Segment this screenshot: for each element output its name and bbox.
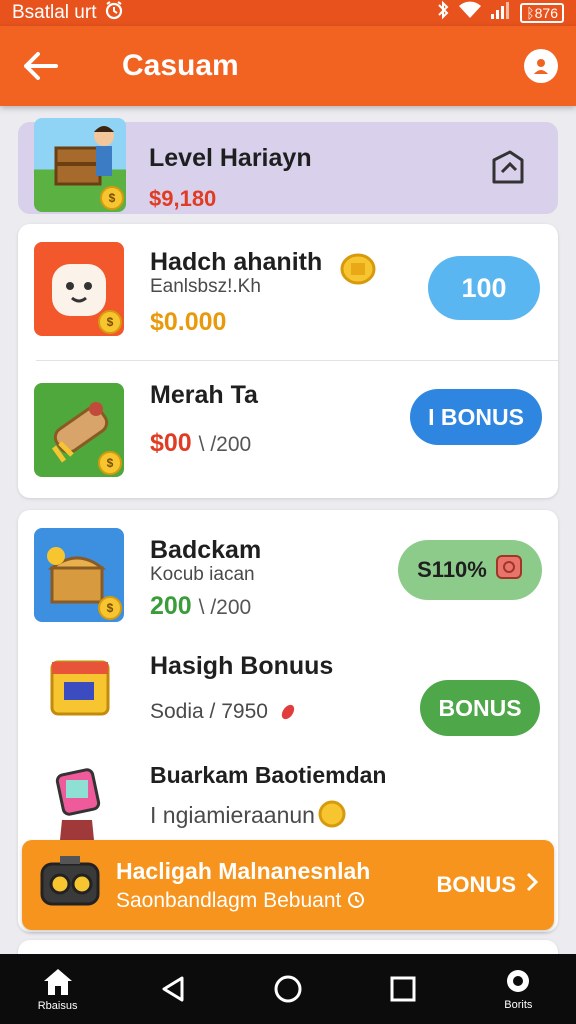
reward-button[interactable]: 100 (428, 256, 540, 320)
candy-icon (278, 702, 298, 727)
nav-back-button[interactable] (133, 975, 213, 1003)
clock-icon (347, 889, 365, 912)
search-profile-icon (507, 969, 530, 992)
offer-card-primary: $ Hadch ahanith Eanlsbsz!.Kh $0.000 100 … (18, 224, 558, 498)
coin-badge-icon: $ (98, 310, 122, 334)
offer-price-suffix: \ /200 (198, 596, 252, 619)
chevron-right-icon (526, 872, 539, 898)
promo-title: Hacligah Malnanesnlah (116, 857, 371, 884)
percent-bonus-button[interactable]: S110% (398, 540, 542, 600)
offer-price-value: $00 (150, 429, 192, 457)
promo-bonus-label: BONUS (436, 872, 516, 897)
circle-home-icon (274, 975, 302, 1003)
gadget-thumbnail (52, 768, 108, 845)
offer-price: $00 \ /200 (150, 429, 251, 458)
back-button[interactable] (18, 44, 62, 88)
cannon-game-thumbnail: $ (34, 383, 124, 477)
offer-title: Badckam (150, 536, 262, 564)
promo-subtitle-text: Saonbandlagm Bebuant (116, 888, 342, 912)
nav-profile-label: Borits (504, 998, 533, 1011)
coin-badge-icon: $ (100, 186, 124, 210)
bonus-button[interactable]: I BONUS (410, 389, 542, 445)
partial-card (18, 940, 558, 954)
offer-price-suffix: \ /200 (198, 433, 252, 456)
coin-icon (340, 252, 376, 291)
list-item[interactable]: $ Merah Ta $00 \ /200 I BONUS (18, 361, 558, 498)
treasure-chest-thumbnail: $ (34, 118, 126, 212)
offer-subtitle: Sodia / 7950 (150, 700, 268, 723)
coin-badge-icon: $ (98, 451, 122, 475)
wifi-icon (458, 0, 482, 26)
triangle-back-icon (162, 976, 184, 1002)
bonus-button[interactable]: BONUS (420, 680, 540, 736)
offer-subtitle: Eanlsbsz!.Kh (150, 276, 261, 297)
radio-gadget-icon (38, 854, 102, 917)
list-item[interactable]: $ Hadch ahanith Eanlsbsz!.Kh $0.000 100 (18, 224, 558, 360)
marshmallow-game-thumbnail: $ (34, 242, 124, 336)
promo-banner[interactable]: Hacligah Malnanesnlah Saonbandlagm Bebua… (22, 840, 554, 930)
offer-subtitle: Kocub iacan (150, 564, 255, 585)
nav-home-label: Rbaisus (37, 999, 78, 1012)
promo-text: Hacligah Malnanesnlah Saonbandlagm Bebua… (116, 858, 370, 913)
nav-recents-button[interactable] (363, 975, 443, 1003)
nav-profile-button[interactable]: Borits (478, 968, 558, 1011)
home-icon (43, 968, 72, 995)
nav-home-circle-button[interactable] (248, 974, 328, 1004)
offer-subtitle: I ngiamieraanun (150, 802, 315, 828)
offer-price-value: 200 (150, 592, 192, 620)
page-title: Casuam (122, 49, 239, 82)
battery-indicator: ᛒ876 (520, 3, 564, 23)
offer-title: Merah Ta (150, 381, 258, 409)
offer-list: $ Level Hariayn $9,180 $ Hadch ahanith E… (0, 106, 576, 954)
list-item[interactable]: Hasigh Bonuus Sodia / 7950 BONUS (18, 628, 558, 740)
gift-box-thumbnail (46, 648, 116, 725)
status-bar: Bsatlal urt ᛒ876 (0, 0, 576, 26)
offer-title: Hadch ahanith (150, 248, 323, 276)
back-arrow-icon (24, 52, 58, 80)
alarm-icon (104, 0, 124, 26)
featured-offer-card[interactable]: $ Level Hariayn $9,180 (18, 118, 558, 214)
app-bar: Casuam (0, 26, 576, 106)
status-left-text: Bsatlal urt (12, 2, 97, 23)
offer-price: $0.000 (150, 308, 227, 336)
promo-bonus-button[interactable]: BONUS (436, 872, 539, 898)
coin-icon (318, 800, 346, 833)
promo-subtitle: Saonbandlagm Bebuant (116, 889, 370, 913)
list-item[interactable]: Buarkam Baotiemdan I ngiamieraanun (18, 740, 558, 840)
featured-offer-title: Level Hariayn (149, 144, 312, 172)
offer-title: Buarkam Baotiemdan (150, 762, 387, 788)
featured-offer-price: $9,180 (149, 186, 217, 211)
square-recents-icon (390, 976, 416, 1002)
profile-button[interactable] (524, 49, 558, 83)
user-icon (534, 59, 548, 74)
offer-price: 200 \ /200 (150, 592, 251, 621)
bluetooth-icon (436, 0, 450, 26)
signal-icon (490, 0, 512, 26)
treasure-game-thumbnail: $ (34, 528, 124, 622)
nav-home-button[interactable]: Rbaisus (18, 967, 98, 1012)
list-item[interactable]: $ Badckam Kocub iacan 200 \ /200 S110% (18, 510, 558, 628)
percent-bonus-label: S110% (417, 557, 487, 582)
coin-badge-icon: $ (98, 596, 122, 620)
share-icon[interactable] (486, 146, 530, 195)
navigation-bar: Rbaisus Borits (0, 954, 576, 1024)
ticket-icon (495, 554, 523, 586)
offer-title: Hasigh Bonuus (150, 652, 334, 680)
